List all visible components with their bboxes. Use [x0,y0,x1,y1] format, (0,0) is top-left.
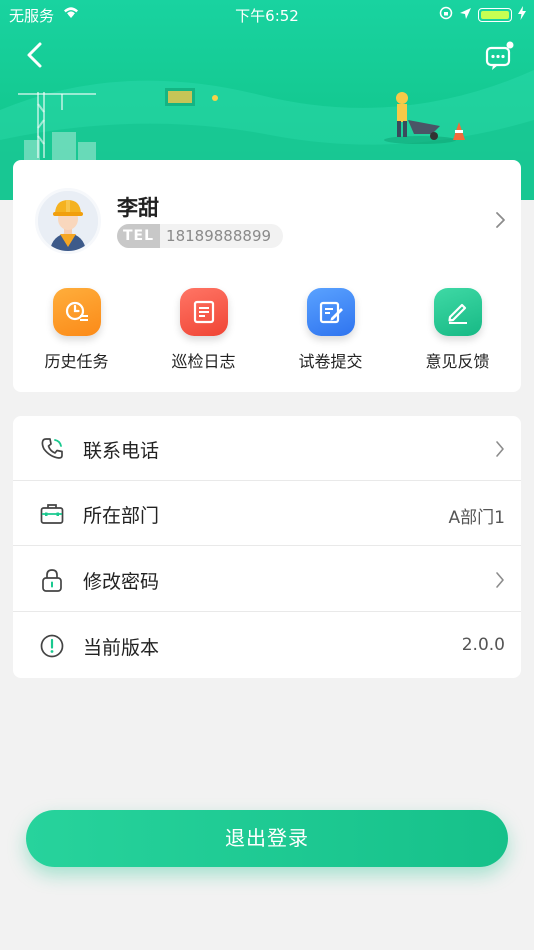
quick-action-feedback[interactable]: 意见反馈 [394,288,521,378]
location-arrow-icon [459,6,472,24]
menu-row-label: 所在部门 [83,505,160,527]
menu-row-department[interactable]: 所在部门 A部门1 [13,481,521,546]
menu-row-label: 当前版本 [83,637,160,659]
menu-row-version: 当前版本 2.0.0 [13,613,521,678]
rotation-lock-icon [439,6,453,24]
menu-row-label: 修改密码 [83,571,160,593]
quick-action-inspection-log[interactable]: 巡检日志 [140,288,267,378]
tel-badge: TEL [117,224,161,248]
user-name: 李甜 [117,196,159,220]
profile-card: 李甜 TEL 18189888899 历史任务 巡检日志 试卷提交 意见反馈 [13,160,521,392]
worker-avatar-icon [38,191,98,251]
quick-action-history-tasks[interactable]: 历史任务 [13,288,140,378]
logout-button[interactable]: 退出登录 [26,810,508,867]
charging-bolt-icon [518,6,526,24]
menu-row-change-password[interactable]: 修改密码 [13,547,521,612]
message-button[interactable] [484,40,516,72]
quick-actions: 历史任务 巡检日志 试卷提交 意见反馈 [13,288,521,378]
quick-action-label: 意见反馈 [425,352,490,371]
chevron-right-icon [496,212,505,228]
menu-row-contact-phone[interactable]: 联系电话 [13,416,521,481]
history-clock-icon [52,288,101,336]
back-button[interactable] [20,38,50,72]
chevron-right-icon [496,572,504,588]
avatar[interactable] [35,188,101,254]
battery-icon [478,8,512,22]
feedback-pen-icon [433,288,482,336]
briefcase-icon [40,504,64,524]
info-exclamation-icon [40,634,64,658]
chevron-left-icon [27,42,42,68]
quick-action-exam-submit[interactable]: 试卷提交 [267,288,394,378]
phone-tag: TEL 18189888899 [117,224,284,248]
profile-detail-button[interactable] [495,210,507,230]
department-value: A部门1 [448,508,505,528]
menu-row-label: 联系电话 [83,440,160,462]
quick-action-label: 试卷提交 [298,352,363,371]
quick-action-label: 巡检日志 [171,352,236,371]
status-bar: 无服务 下午6:52 [0,0,534,28]
phone-icon [41,438,63,459]
chat-bubble-icon [485,41,514,70]
log-document-icon [179,288,228,336]
exam-submit-icon [306,288,355,336]
settings-list: 联系电话 所在部门 A部门1 修改密码 当前版本 2.0.0 [13,416,521,678]
quick-action-label: 历史任务 [44,352,109,371]
chevron-right-icon [496,441,504,457]
lock-icon [42,569,62,592]
phone-number: 18189888899 [160,224,284,248]
version-value: 2.0.0 [461,635,505,655]
